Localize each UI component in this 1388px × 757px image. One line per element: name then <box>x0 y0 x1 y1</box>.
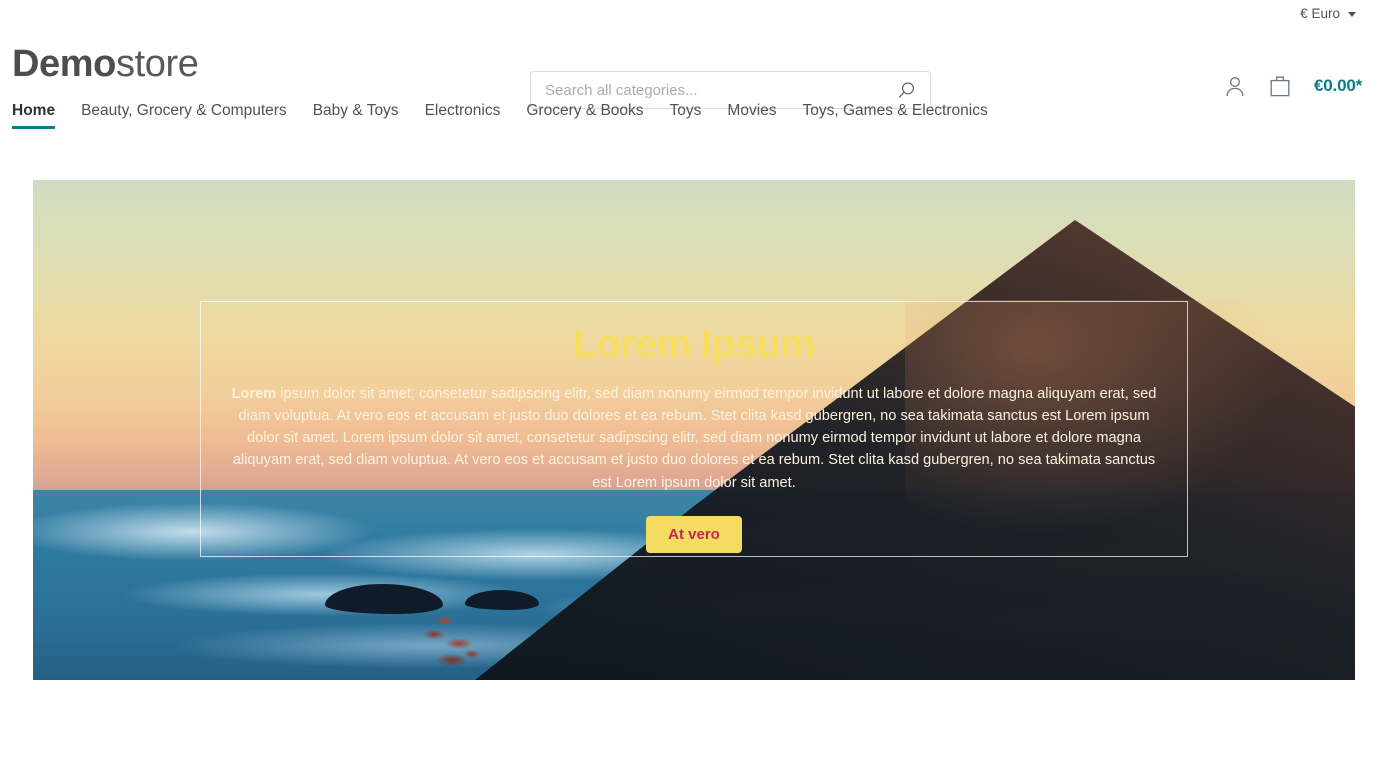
nav-item-baby-toys[interactable]: Baby & Toys <box>300 100 412 131</box>
header-actions: €0.00* <box>1224 74 1362 98</box>
site-header: Demostore €0.00* <box>0 28 1388 109</box>
shopping-bag-icon <box>1270 76 1290 97</box>
nav-item-movies[interactable]: Movies <box>714 100 789 131</box>
hero-banner: Lorem Ipsum Lorem ipsum dolor sit amet, … <box>33 180 1355 680</box>
currency-label: € Euro <box>1300 6 1340 22</box>
nav-item-beauty-grocery-computers[interactable]: Beauty, Grocery & Computers <box>68 100 300 131</box>
search-icon <box>898 81 915 98</box>
nav-item-electronics[interactable]: Electronics <box>412 100 514 131</box>
chevron-down-icon <box>1348 11 1356 17</box>
logo-text-primary: Demo <box>12 43 116 85</box>
search-input[interactable] <box>543 80 891 100</box>
hero-description: Lorem ipsum dolor sit amet, consetetur s… <box>223 383 1165 494</box>
nav-item-toys[interactable]: Toys <box>657 100 715 131</box>
hero-section: Lorem Ipsum Lorem ipsum dolor sit amet, … <box>0 180 1388 680</box>
search-submit-button[interactable] <box>891 81 922 100</box>
logo-text-secondary: store <box>115 43 199 85</box>
hero-content-box: Lorem Ipsum Lorem ipsum dolor sit amet, … <box>200 301 1188 557</box>
hero-description-body: ipsum dolor sit amet, consetetur sadipsc… <box>232 385 1157 491</box>
hero-foliage <box>407 604 497 680</box>
account-button[interactable] <box>1224 75 1246 98</box>
cart-button[interactable] <box>1268 74 1292 98</box>
currency-selector[interactable]: € Euro <box>1296 5 1360 23</box>
hero-description-lead: Lorem <box>231 385 277 402</box>
nav-item-home[interactable]: Home <box>12 100 68 131</box>
hero-title: Lorem Ipsum <box>573 323 815 366</box>
main-navigation: Home Beauty, Grocery & Computers Baby & … <box>0 100 1388 144</box>
site-logo[interactable]: Demostore <box>12 43 199 85</box>
nav-item-toys-games-electronics[interactable]: Toys, Games & Electronics <box>790 100 1001 131</box>
hero-cta-button[interactable]: At vero <box>646 515 742 553</box>
nav-item-grocery-books[interactable]: Grocery & Books <box>513 100 656 131</box>
user-icon <box>1226 76 1244 96</box>
top-utility-bar: € Euro <box>0 0 1388 28</box>
cart-total-amount[interactable]: €0.00* <box>1314 76 1362 96</box>
